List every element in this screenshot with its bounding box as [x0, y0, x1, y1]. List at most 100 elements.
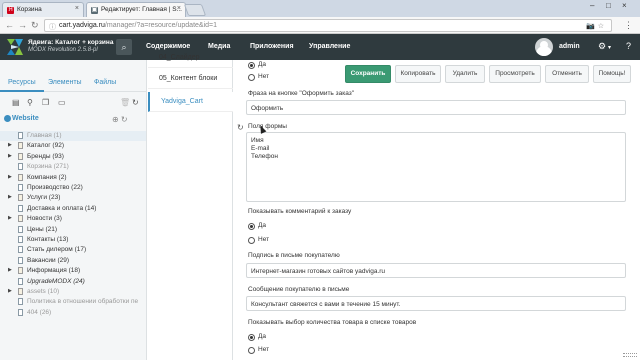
refresh-tree-icon[interactable]: ↻ [132, 98, 139, 107]
close-tab-icon[interactable]: × [75, 5, 79, 12]
tree-node[interactable]: ▶ Информация (18) [0, 266, 146, 276]
search-icon[interactable]: ⌕ [116, 39, 132, 55]
list-item[interactable]: 05_Контент блоки [148, 69, 233, 89]
top-yes-radio[interactable] [248, 62, 255, 69]
tree-node[interactable]: Производство (22) [0, 183, 146, 193]
signature-input[interactable]: Интернет-магазин готовых сайтов yadviga.… [246, 263, 626, 278]
tree-node[interactable]: Вакансии (29) [0, 256, 146, 266]
button-phrase-input[interactable]: Оформить [246, 100, 626, 115]
new-document-icon[interactable]: ▤ [12, 98, 20, 107]
avatar[interactable] [535, 38, 553, 56]
folder-icon [18, 288, 23, 295]
top-no-radio[interactable] [248, 74, 255, 81]
tree-node[interactable]: Контакты (13) [0, 235, 146, 245]
tree-node[interactable]: ▶ Бренды (93) [0, 152, 146, 162]
tree-node-label: assets (10) [27, 288, 60, 295]
file-icon[interactable]: ▭ [58, 98, 66, 107]
tab-files[interactable]: Файлы [94, 79, 116, 86]
manager-header: Ядвига: Каталог + корзина MODX Revolutio… [0, 34, 640, 60]
expand-arrow-icon[interactable]: ▶ [8, 142, 12, 148]
page-info-icon[interactable]: ⓘ [49, 22, 56, 32]
gear-icon[interactable]: ⚙ [598, 41, 606, 52]
tree-node[interactable]: UpgradeMODX (24) [0, 277, 146, 287]
chevron-down-icon[interactable]: ▾ [608, 44, 611, 51]
save-button[interactable]: Сохранить [345, 65, 391, 83]
tab-resources[interactable]: Ресурсы [8, 79, 36, 86]
url-input[interactable]: ⓘ cart.yadviga.ru/manager/?a=resource/up… [44, 19, 612, 32]
tree-node-label: Бренды (93) [27, 152, 64, 160]
expand-arrow-icon[interactable]: ▶ [8, 288, 12, 294]
chunk-list-panel: 04_Слайдер 05_Контент блоки Yadviga_Cart [148, 54, 233, 360]
active-tab-indicator [0, 90, 44, 92]
list-item-active[interactable]: Yadviga_Cart [148, 92, 233, 112]
tree-node[interactable]: Корзина (271) [0, 162, 146, 172]
list-item[interactable]: 04_Слайдер [148, 52, 233, 68]
expand-arrow-icon[interactable]: ▶ [8, 215, 12, 221]
tree-node[interactable]: ▶ Каталог (92) [0, 141, 146, 151]
tree-node-label: Корзина (271) [27, 163, 69, 171]
cancel-button[interactable]: Отменить [545, 65, 589, 83]
tree-node[interactable]: Доставка и оплата (14) [0, 204, 146, 214]
resource-edit-form: Да Нет Фраза на кнопке "Оформить заказ" … [234, 60, 640, 360]
message-label: Сообщение покупателю в письме [248, 286, 350, 293]
qty-yes-radio[interactable] [248, 334, 255, 341]
url-action-icons[interactable]: 📷☆ [586, 22, 607, 30]
tree-node[interactable]: Политика в отношении обработки пе [0, 297, 146, 307]
back-icon[interactable]: ← [5, 20, 14, 30]
qty-no-radio[interactable] [248, 347, 255, 354]
expand-arrow-icon[interactable]: ▶ [8, 194, 12, 200]
browser-tab-bar: Я Корзина × ▣ Редактирует: Главная | S..… [0, 0, 640, 17]
comment-no-radio[interactable] [248, 237, 255, 244]
link-icon[interactable]: ⚲ [27, 98, 33, 107]
context-tools-icon[interactable]: ⊕ ↻ [112, 115, 128, 124]
tree-node[interactable]: Главная (1) [0, 131, 146, 141]
tree-node[interactable]: Стать дилером (17) [0, 245, 146, 255]
nav-apps[interactable]: Приложения [250, 43, 294, 50]
comment-yes-radio[interactable] [248, 223, 255, 230]
trash-icon[interactable]: 🗑 [120, 98, 130, 107]
nav-content[interactable]: Содержимое [146, 43, 190, 50]
help-icon[interactable]: ? [626, 41, 631, 51]
tree-node[interactable]: ▶ Компания (2) [0, 173, 146, 183]
forward-icon[interactable]: → [18, 20, 27, 30]
tab-elements[interactable]: Элементы [48, 79, 82, 86]
browser-tab-cart[interactable]: Я Корзина × [2, 2, 84, 17]
browser-tab-editor[interactable]: ▣ Редактирует: Главная | S... × [86, 2, 186, 17]
delete-button[interactable]: Удалить [445, 65, 485, 83]
tree-node[interactable]: 404 (26) [0, 308, 146, 318]
tree-node-label: Каталог (92) [27, 142, 64, 150]
new-tab-button[interactable] [183, 4, 207, 16]
browser-menu-icon[interactable]: ⋮ [624, 20, 633, 31]
context-website[interactable]: Website [12, 115, 39, 122]
close-window-icon[interactable]: × [622, 1, 627, 10]
tree-node[interactable]: ▶ Услуги (23) [0, 193, 146, 203]
preview-button[interactable]: Просмотреть [489, 65, 541, 83]
nav-manage[interactable]: Управление [309, 43, 350, 50]
expand-arrow-icon[interactable]: ▶ [8, 174, 12, 180]
reload-icon[interactable]: ↻ [31, 20, 39, 31]
tree-node-label: Контакты (13) [27, 236, 69, 243]
form-fields-textarea[interactable]: Имя E-mail Телефон [246, 132, 626, 202]
page-icon [18, 298, 23, 306]
username[interactable]: admin [559, 43, 580, 50]
left-tabs: Ресурсы Элементы Файлы [0, 72, 147, 92]
help-button[interactable]: Помощь! [593, 65, 631, 83]
page-icon [18, 256, 23, 264]
duplicate-button[interactable]: Копировать [395, 65, 441, 83]
expand-arrow-icon[interactable]: ▶ [8, 153, 12, 159]
page-icon [18, 308, 23, 316]
page-icon [18, 246, 23, 254]
minimize-icon[interactable]: – [590, 1, 594, 10]
tree-node[interactable]: Цены (21) [0, 225, 146, 235]
close-tab-icon[interactable]: × [177, 5, 181, 12]
maximize-icon[interactable]: □ [606, 1, 611, 10]
message-input[interactable]: Консультант свяжется с вами в течение 15… [246, 296, 626, 311]
copy-icon[interactable]: ❐ [42, 98, 49, 107]
tree-node[interactable]: ▶ Новости (3) [0, 214, 146, 224]
resize-grip[interactable] [623, 353, 637, 357]
reset-field-icon[interactable]: ↻ [237, 123, 244, 132]
nav-media[interactable]: Медиа [208, 43, 230, 50]
tree-node[interactable]: ▶ assets (10) [0, 287, 146, 297]
expand-arrow-icon[interactable]: ▶ [8, 267, 12, 273]
folder-icon [18, 267, 23, 275]
